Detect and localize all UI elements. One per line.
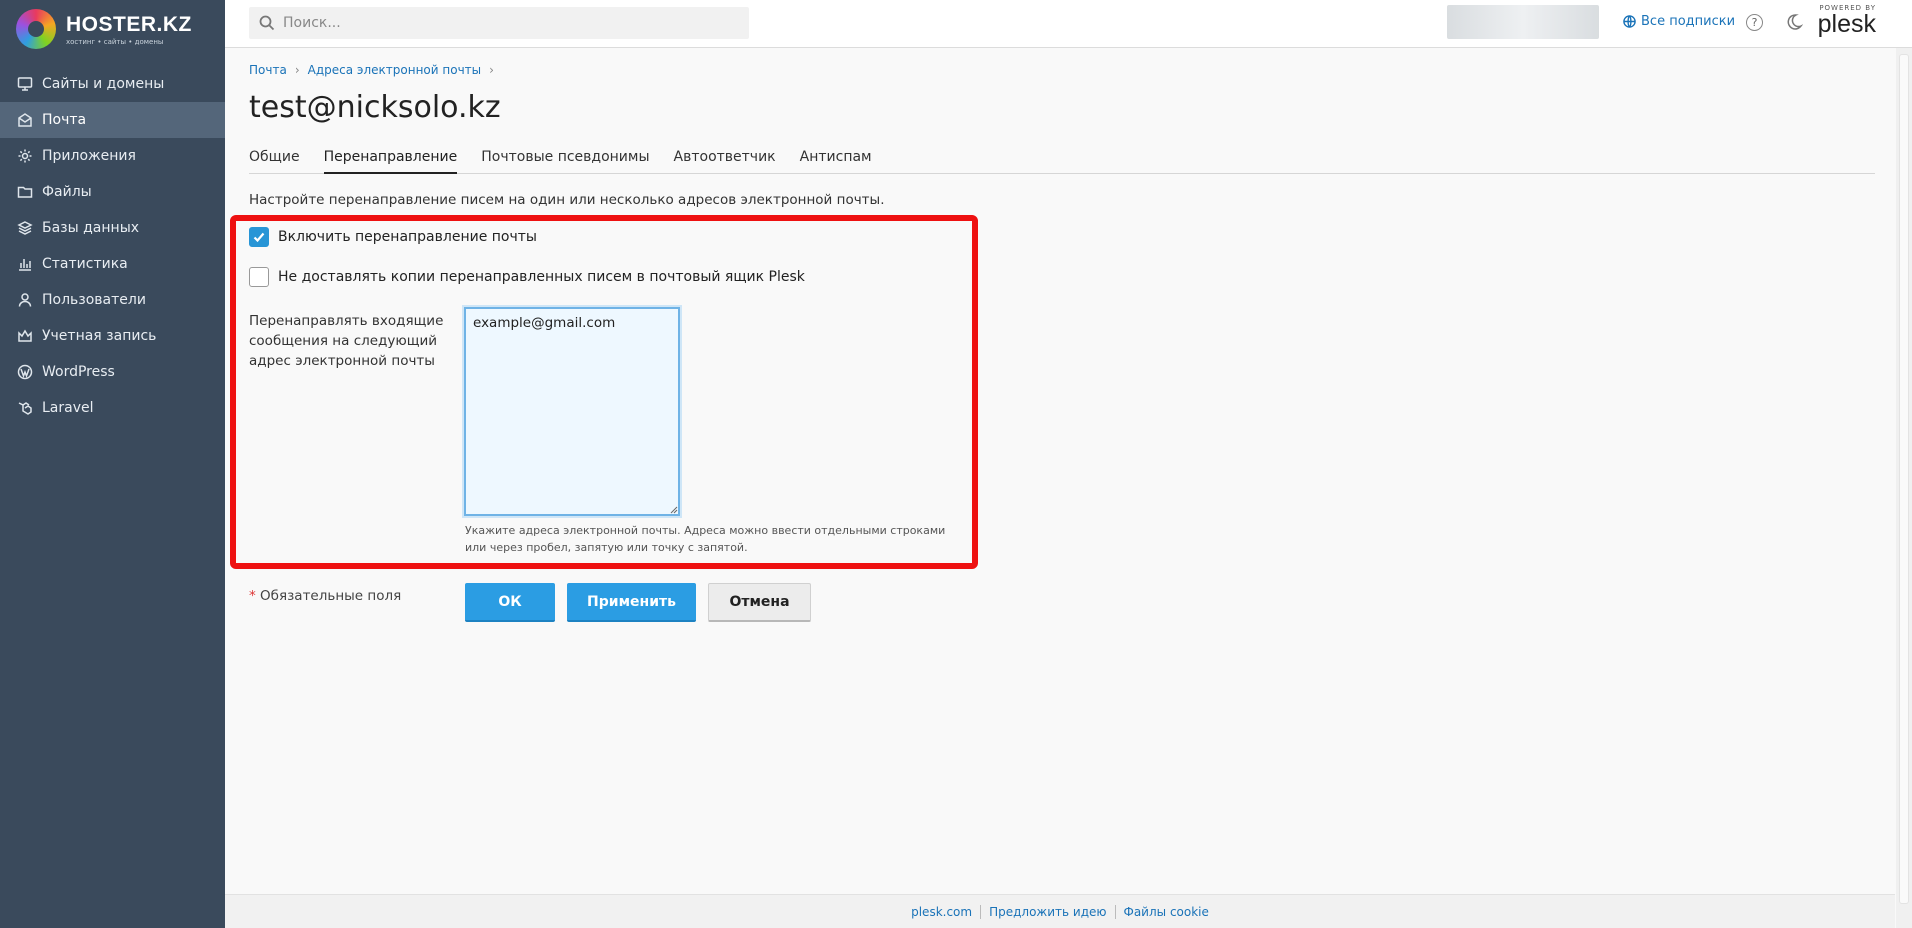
sidebar-item-databases[interactable]: Базы данных xyxy=(0,210,225,246)
search-icon xyxy=(259,15,275,31)
required-text: Обязательные поля xyxy=(260,588,402,604)
sidebar-item-label: Приложения xyxy=(42,148,136,164)
sidebar-item-account[interactable]: Учетная запись xyxy=(0,318,225,354)
sidebar-item-users[interactable]: Пользователи xyxy=(0,282,225,318)
help-icon[interactable]: ? xyxy=(1746,14,1763,31)
sidebar-item-label: Сайты и домены xyxy=(42,76,165,92)
forward-to-textarea[interactable]: example@gmail.com xyxy=(464,307,680,516)
mail-icon xyxy=(16,111,34,129)
subscriptions-label: Все подписки xyxy=(1641,14,1736,29)
footer-link-plesk[interactable]: plesk.com xyxy=(903,905,980,919)
sidebar-nav: Сайты и домены Почта Приложения Файлы Ба… xyxy=(0,66,225,426)
tab-general[interactable]: Общие xyxy=(249,146,300,174)
subscriptions-link[interactable]: Все подписки xyxy=(1623,14,1735,29)
monitor-icon xyxy=(16,75,34,93)
sidebar-item-websites[interactable]: Сайты и домены xyxy=(0,66,225,102)
forward-to-hint: Укажите адреса электронной почты. Адреса… xyxy=(465,524,946,554)
gear-icon xyxy=(16,147,34,165)
logo-icon xyxy=(16,9,56,49)
sidebar-item-label: Пользователи xyxy=(42,292,146,308)
sidebar-item-label: Laravel xyxy=(42,400,94,416)
scrollbar-thumb[interactable] xyxy=(1899,54,1909,904)
search-input[interactable] xyxy=(283,15,723,31)
chevron-right-icon: › xyxy=(489,63,494,77)
user-account-menu[interactable] xyxy=(1447,5,1599,39)
resize-grip-icon[interactable] xyxy=(669,505,678,514)
enable-forwarding-label: Включить перенаправление почты xyxy=(278,229,537,245)
bar-chart-icon xyxy=(16,255,34,273)
globe-icon xyxy=(1623,15,1636,28)
no-copies-row: Не доставлять копии перенаправленных пис… xyxy=(249,267,805,287)
brand-logo[interactable]: HOSTER.KZ хостинг • сайты • домены xyxy=(0,0,225,58)
sidebar-item-laravel[interactable]: Laravel xyxy=(0,390,225,426)
check-icon xyxy=(253,232,265,243)
sidebar-item-label: Файлы xyxy=(42,184,92,200)
no-copies-checkbox[interactable] xyxy=(249,267,269,287)
no-copies-label: Не доставлять копии перенаправленных пис… xyxy=(278,269,805,285)
enable-forwarding-row: Включить перенаправление почты xyxy=(249,227,537,247)
sidebar-item-label: Статистика xyxy=(42,256,128,272)
required-fields-note: * Обязательные поля xyxy=(249,588,401,604)
sidebar-item-files[interactable]: Файлы xyxy=(0,174,225,210)
ok-button[interactable]: ОК xyxy=(465,583,555,622)
laravel-icon xyxy=(16,399,34,417)
tab-aliases[interactable]: Почтовые псевдонимы xyxy=(481,146,649,174)
user-icon xyxy=(16,291,34,309)
required-star: * xyxy=(249,588,256,604)
sidebar-item-wordpress[interactable]: WordPress xyxy=(0,354,225,390)
folder-icon xyxy=(16,183,34,201)
crown-icon xyxy=(16,327,34,345)
sidebar: HOSTER.KZ хостинг • сайты • домены Сайты… xyxy=(0,0,225,928)
brand-tagline: хостинг • сайты • домены xyxy=(66,37,164,46)
footer: plesk.com Предложить идею Файлы cookie xyxy=(225,894,1895,928)
sidebar-item-label: WordPress xyxy=(42,364,115,380)
sidebar-item-statistics[interactable]: Статистика xyxy=(0,246,225,282)
moon-icon[interactable] xyxy=(1785,13,1803,31)
wordpress-icon xyxy=(16,363,34,381)
breadcrumb-email-addresses[interactable]: Адреса электронной почты xyxy=(308,63,482,77)
top-header: Все подписки ? POWERED BY plesk xyxy=(225,0,1912,48)
forwarding-description: Настройте перенаправление писем на один … xyxy=(249,192,885,208)
tab-autoresponder[interactable]: Автоответчик xyxy=(674,146,776,174)
sidebar-item-label: Учетная запись xyxy=(42,328,157,344)
apply-button[interactable]: Применить xyxy=(567,583,696,622)
sidebar-item-label: Почта xyxy=(42,112,87,128)
chevron-right-icon: › xyxy=(294,63,300,77)
page-title: test@nicksolo.kz xyxy=(249,90,501,125)
tab-forwarding[interactable]: Перенаправление xyxy=(323,146,458,174)
sidebar-item-label: Базы данных xyxy=(42,220,140,236)
breadcrumb: Почта › Адреса электронной почты › xyxy=(249,63,502,77)
footer-link-suggest-idea[interactable]: Предложить идею xyxy=(981,905,1114,919)
plesk-word: plesk xyxy=(1817,10,1876,38)
database-icon xyxy=(16,219,34,237)
footer-link-cookies[interactable]: Файлы cookie xyxy=(1116,905,1217,919)
sidebar-item-applications[interactable]: Приложения xyxy=(0,138,225,174)
tab-antispam[interactable]: Антиспам xyxy=(800,146,872,174)
breadcrumb-mail[interactable]: Почта xyxy=(249,63,287,77)
main-content: Почта › Адреса электронной почты › test@… xyxy=(225,48,1895,894)
tab-bar: Общие Перенаправление Почтовые псевдоним… xyxy=(249,146,1875,174)
plesk-logo[interactable]: POWERED BY plesk xyxy=(1814,4,1876,38)
vertical-scrollbar[interactable] xyxy=(1896,48,1912,928)
cancel-button[interactable]: Отмена xyxy=(708,583,811,622)
sidebar-item-mail[interactable]: Почта xyxy=(0,102,225,138)
brand-name: HOSTER.KZ xyxy=(66,12,192,36)
enable-forwarding-checkbox[interactable] xyxy=(249,227,269,247)
forward-to-label: Перенаправлять входящие сообщения на сле… xyxy=(249,313,444,369)
search-box[interactable] xyxy=(249,7,749,39)
